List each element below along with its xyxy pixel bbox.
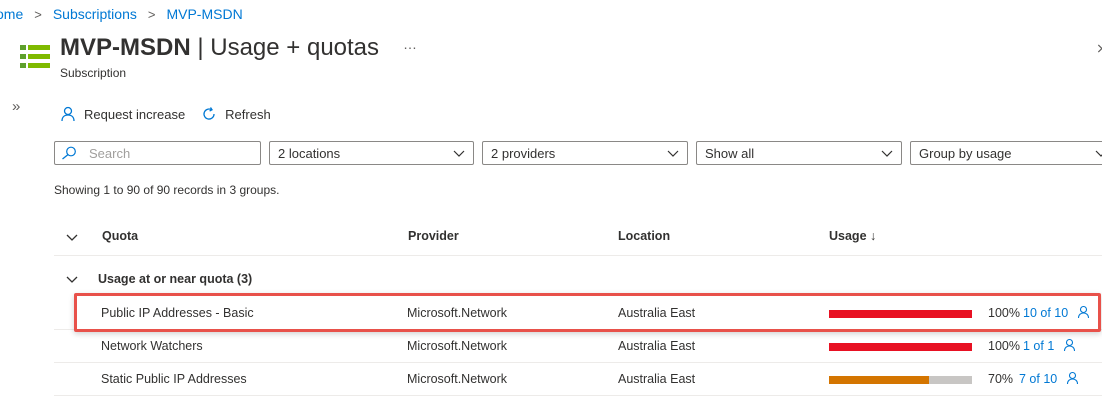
page-title-name: MVP-MSDN (60, 34, 191, 61)
quota-name: Network Watchers (101, 339, 203, 353)
location-cell: Australia East (618, 339, 696, 353)
page-title: MVP-MSDN | Usage + quotas (60, 34, 379, 62)
usage-percent: 100% (988, 339, 1020, 353)
show-dropdown[interactable]: Show all (696, 141, 902, 165)
breadcrumb-home[interactable]: ome (0, 6, 23, 22)
highlight-box (74, 293, 1101, 332)
request-increase-button[interactable]: Request increase (60, 106, 185, 122)
page-title-section: | Usage + quotas (190, 34, 380, 61)
chevron-down-icon (1095, 150, 1102, 157)
search-icon (62, 146, 76, 160)
column-header-provider[interactable]: Provider (408, 229, 459, 243)
usage-bar (829, 343, 972, 351)
providers-value: 2 providers (491, 145, 556, 161)
usage-count-link[interactable]: 7 of 10 (1019, 372, 1057, 386)
breadcrumb-separator-icon: > (34, 6, 42, 22)
location-cell: Australia East (618, 372, 696, 386)
search-input[interactable]: Search (54, 141, 261, 165)
locations-dropdown[interactable]: 2 locations (269, 141, 474, 165)
refresh-label: Refresh (225, 106, 271, 122)
close-icon[interactable]: ⨯ (1096, 40, 1102, 57)
chevron-down-icon (881, 150, 893, 157)
collapse-all-chevron-icon[interactable] (66, 231, 78, 243)
providers-dropdown[interactable]: 2 providers (482, 141, 688, 165)
column-header-location[interactable]: Location (618, 229, 670, 243)
command-bar: Request increase Refresh (60, 106, 287, 122)
grid-header: Quota Provider Location Usage ↓ (54, 218, 1102, 256)
group-by-value: Group by usage (919, 145, 1012, 161)
refresh-icon (203, 107, 215, 120)
breadcrumb-current[interactable]: MVP-MSDN (166, 6, 242, 22)
person-icon[interactable] (1066, 371, 1079, 385)
usage-bar (829, 376, 972, 384)
show-value: Show all (705, 145, 755, 161)
quota-name: Static Public IP Addresses (101, 372, 247, 386)
more-options-button[interactable]: … (403, 36, 418, 52)
group-by-dropdown[interactable]: Group by usage (910, 141, 1102, 165)
page-subtitle: Subscription (60, 66, 127, 80)
chevron-down-icon[interactable] (66, 273, 78, 285)
column-header-quota[interactable]: Quota (102, 229, 138, 243)
locations-value: 2 locations (278, 145, 341, 161)
usage-bar-fill (829, 376, 930, 384)
group-header[interactable]: Usage at or near quota (3) (54, 262, 1102, 296)
breadcrumb-separator-icon: > (147, 6, 156, 22)
records-summary: Showing 1 to 90 of 90 records in 3 group… (54, 183, 280, 197)
provider-cell: Microsoft.Network (407, 372, 508, 386)
chevron-down-icon (453, 150, 465, 157)
quota-list-icon (20, 45, 50, 68)
table-row[interactable]: Static Public IP Addresses Microsoft.Net… (54, 363, 1102, 396)
provider-cell: Microsoft.Network (407, 339, 508, 353)
usage-bar-fill (829, 343, 972, 351)
group-label: Usage at or near quota (3) (98, 272, 253, 286)
person-icon (61, 106, 75, 122)
breadcrumb-subscriptions[interactable]: Subscriptions (53, 6, 137, 22)
breadcrumb: ome > Subscriptions > MVP-MSDN (0, 6, 243, 22)
request-increase-label: Request increase (84, 106, 186, 122)
refresh-button[interactable]: Refresh (201, 106, 271, 122)
chevron-down-icon (667, 150, 679, 157)
column-header-usage[interactable]: Usage ↓ (829, 229, 876, 243)
person-icon[interactable] (1063, 338, 1076, 352)
usage-count-link[interactable]: 1 of 1 (1023, 339, 1054, 353)
usage-percent: 70% (988, 372, 1014, 386)
double-chevron-right-icon[interactable]: » (12, 98, 20, 115)
search-placeholder: Search (89, 145, 131, 161)
table-row[interactable]: Network Watchers Microsoft.Network Austr… (54, 330, 1102, 363)
